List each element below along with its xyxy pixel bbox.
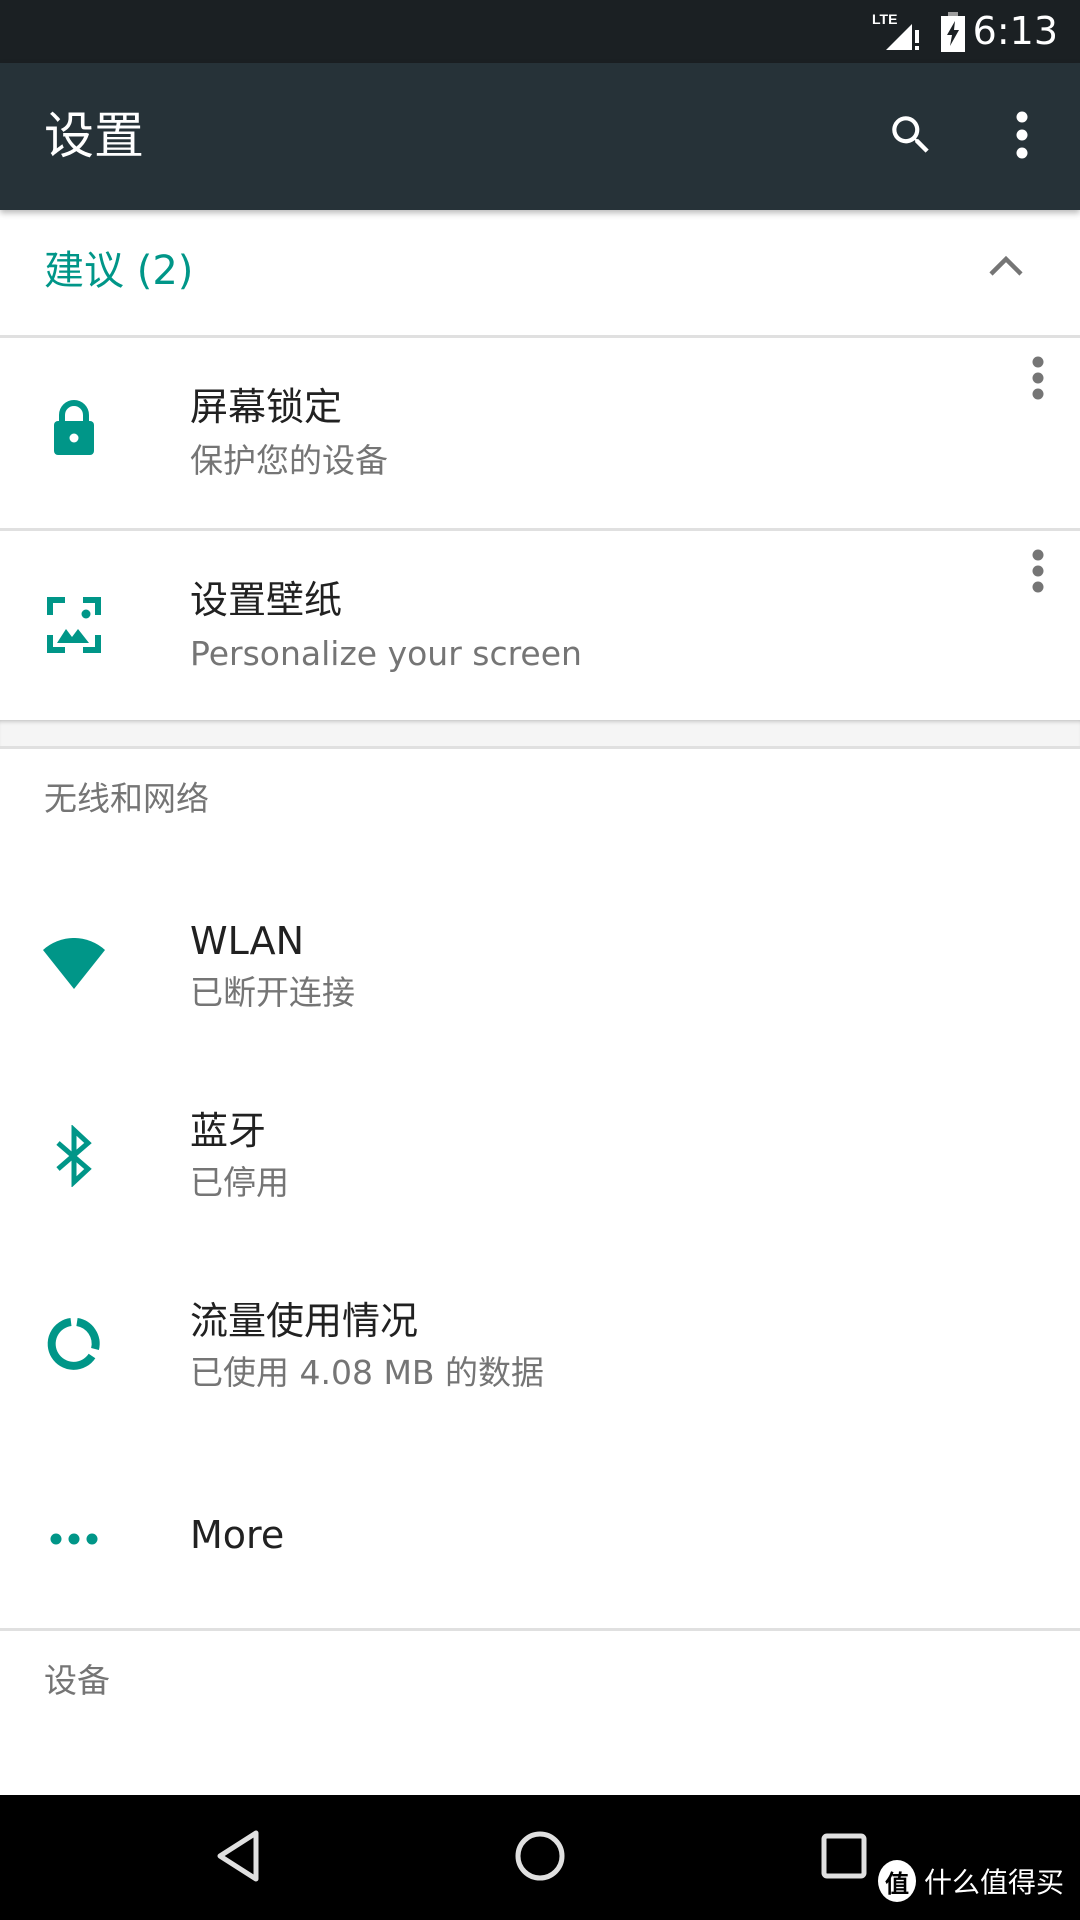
wallpaper-icon (40, 591, 108, 659)
setting-title: 蓝牙 (190, 1109, 267, 1153)
suggestion-subtitle: 保护您的设备 (190, 441, 388, 480)
more-vert-icon (1015, 111, 1029, 163)
suggestion-screen-lock[interactable]: 屏幕锁定 保护您的设备 (0, 338, 1080, 528)
recents-icon (821, 1833, 867, 1883)
suggestion-menu-button[interactable] (1014, 537, 1062, 609)
setting-data-usage[interactable]: 流量使用情况 已使用 4.08 MB 的数据 (0, 1260, 1080, 1450)
category-title: 设备 (44, 1661, 110, 1700)
lock-icon (40, 394, 108, 462)
suggestions-title: 建议 (2) (44, 248, 194, 294)
setting-title: 流量使用情况 (190, 1299, 419, 1343)
watermark-logo: 值 (877, 1860, 916, 1902)
more-vert-icon (1032, 549, 1044, 597)
back-icon (216, 1830, 260, 1886)
home-icon (514, 1830, 566, 1886)
search-icon (886, 110, 936, 164)
setting-title: More (190, 1513, 285, 1557)
suggestion-menu-button[interactable] (1014, 344, 1062, 416)
suggestion-wallpaper[interactable]: 设置壁纸 Personalize your screen (0, 531, 1080, 720)
home-button[interactable] (480, 1795, 600, 1920)
chevron-up-icon[interactable] (988, 254, 1024, 282)
status-bar: LTE 6:13 (0, 0, 1080, 63)
suggestions-header[interactable]: 建议 (2) (0, 210, 1080, 336)
setting-subtitle: 已使用 4.08 MB 的数据 (190, 1353, 545, 1392)
navigation-bar: 值 什么值得买 (0, 1795, 1080, 1920)
overflow-menu-button[interactable] (986, 101, 1058, 173)
setting-title: WLAN (190, 919, 305, 963)
search-button[interactable] (875, 101, 947, 173)
watermark-text: 什么值得买 (923, 1866, 1064, 1899)
setting-wlan[interactable]: WLAN 已断开连接 (0, 880, 1080, 1070)
setting-subtitle: 已断开连接 (190, 973, 355, 1012)
suggestion-title: 设置壁纸 (190, 578, 343, 622)
divider (0, 1628, 1080, 1631)
status-time: 6:13 (972, 9, 1058, 53)
svg-text:LTE: LTE (872, 11, 897, 27)
more-horiz-icon (40, 1505, 108, 1573)
setting-bluetooth[interactable]: 蓝牙 已停用 (0, 1070, 1080, 1260)
battery-charging-icon (940, 12, 966, 56)
section-gap (0, 720, 1080, 746)
more-vert-icon (1032, 356, 1044, 404)
watermark: 值 什么值得买 (877, 1860, 1064, 1902)
page-title: 设置 (44, 107, 144, 165)
bluetooth-icon (40, 1122, 108, 1190)
setting-more[interactable]: More (0, 1450, 1080, 1628)
data-usage-icon (40, 1310, 108, 1378)
toolbar: 设置 (0, 63, 1080, 210)
setting-subtitle: 已停用 (190, 1163, 289, 1202)
divider (0, 746, 1080, 749)
lte-signal-icon: LTE (872, 10, 922, 56)
suggestion-title: 屏幕锁定 (190, 385, 343, 429)
suggestion-subtitle: Personalize your screen (190, 634, 582, 673)
back-button[interactable] (178, 1795, 298, 1920)
wifi-icon (40, 930, 108, 998)
category-title: 无线和网络 (44, 779, 209, 818)
